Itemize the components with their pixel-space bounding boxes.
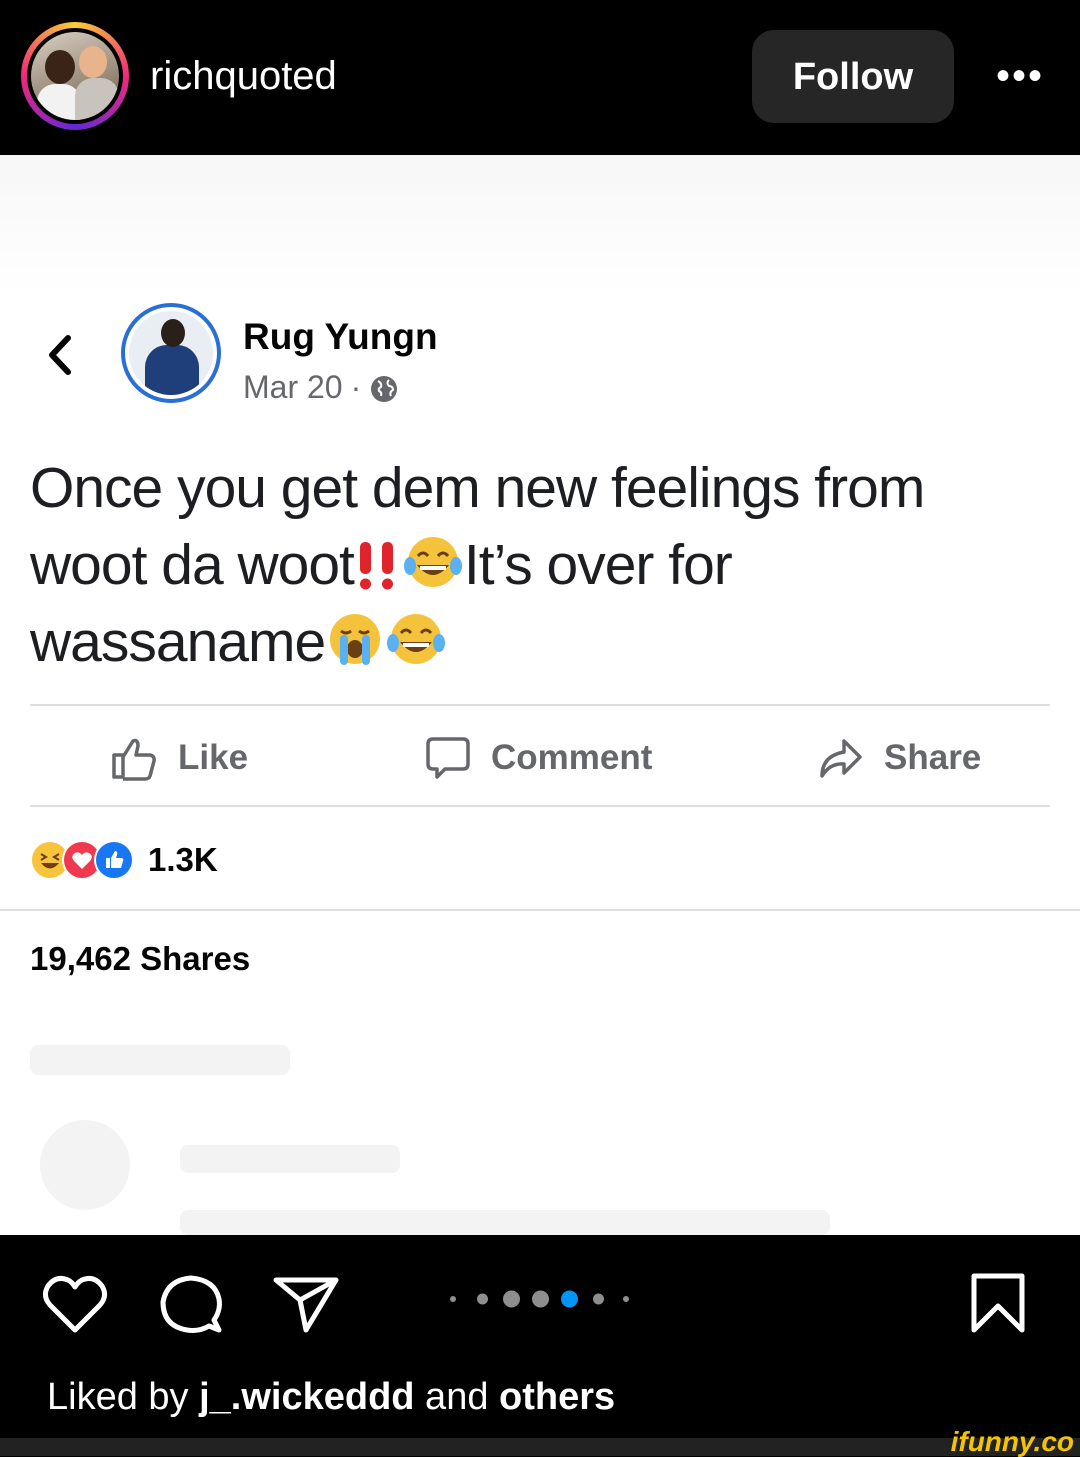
liked-by-others[interactable]: others bbox=[499, 1376, 615, 1418]
carousel-dot bbox=[502, 1290, 520, 1308]
carousel-dot bbox=[450, 1296, 456, 1302]
follow-button[interactable]: Follow bbox=[752, 30, 954, 123]
faded-content bbox=[180, 1210, 830, 1235]
author-name: Rug Yungn bbox=[243, 316, 438, 357]
like-label: Like bbox=[178, 738, 249, 777]
comment-icon[interactable] bbox=[157, 1272, 225, 1338]
ifunny-watermark: ifunny.co bbox=[950, 1426, 1074, 1457]
crying-emoji-icon bbox=[330, 614, 381, 665]
thumbs-up-icon bbox=[112, 738, 156, 781]
comment-bubble-icon bbox=[426, 737, 470, 779]
carousel-dot bbox=[560, 1290, 578, 1308]
share-label: Share bbox=[884, 738, 982, 777]
author-avatar bbox=[121, 303, 221, 403]
share-icon[interactable] bbox=[272, 1272, 340, 1336]
post-text-line: woot da woot It’s over for bbox=[30, 533, 733, 597]
username[interactable]: richquoted bbox=[150, 50, 337, 102]
divider bbox=[0, 909, 1080, 911]
tears-of-joy-emoji-icon bbox=[403, 537, 462, 587]
back-chevron-icon bbox=[49, 335, 71, 375]
profile-photo bbox=[31, 32, 119, 120]
carousel-dot bbox=[531, 1290, 549, 1308]
faded-avatar bbox=[40, 1120, 130, 1210]
comment-label: Comment bbox=[491, 738, 653, 777]
post-text-line: Once you get dem new feelings from bbox=[30, 456, 925, 520]
reaction-summary: 1.3K bbox=[30, 838, 218, 882]
carousel-dot bbox=[476, 1293, 488, 1305]
share-count: 19,462 Shares bbox=[30, 940, 251, 977]
post-text-line: wassaname bbox=[30, 604, 1040, 681]
carousel-dot bbox=[592, 1293, 604, 1305]
watermark-bar bbox=[0, 1438, 1080, 1456]
share-action: Share bbox=[818, 733, 981, 783]
like-action: Like bbox=[110, 733, 248, 783]
post-meta: Mar 20 · bbox=[243, 367, 399, 407]
globe-icon bbox=[371, 376, 398, 402]
profile-avatar[interactable] bbox=[21, 22, 129, 130]
post-date: Mar 20 bbox=[243, 369, 343, 405]
bookmark-icon[interactable] bbox=[968, 1272, 1028, 1336]
post-image: Rug Yungn Mar 20 · Once you get dem new f… bbox=[0, 155, 1080, 1235]
liked-by-user[interactable]: j_.wickeddd bbox=[199, 1376, 414, 1418]
carousel-dot bbox=[623, 1296, 629, 1302]
ig-post-header: richquoted Follow ••• bbox=[0, 0, 1080, 155]
heart-icon[interactable] bbox=[40, 1272, 110, 1336]
tears-of-joy-emoji-icon bbox=[387, 614, 446, 664]
meta-separator: · bbox=[350, 369, 362, 405]
faded-content bbox=[30, 1045, 290, 1075]
divider bbox=[30, 805, 1050, 807]
post-text: Once you get dem new feelings from woot … bbox=[30, 450, 1040, 681]
like-reaction-icon bbox=[94, 840, 134, 880]
share-arrow-icon bbox=[820, 739, 862, 778]
more-dots-icon[interactable]: ••• bbox=[990, 56, 1050, 96]
faded-content bbox=[180, 1145, 400, 1173]
liked-by: Liked by j_.wickeddd and others bbox=[47, 1376, 616, 1418]
reaction-count: 1.3K bbox=[148, 841, 218, 878]
double-exclamation-icon bbox=[359, 542, 393, 590]
comment-action: Comment bbox=[425, 733, 652, 783]
divider bbox=[30, 704, 1050, 706]
carousel-indicator bbox=[445, 1288, 635, 1310]
